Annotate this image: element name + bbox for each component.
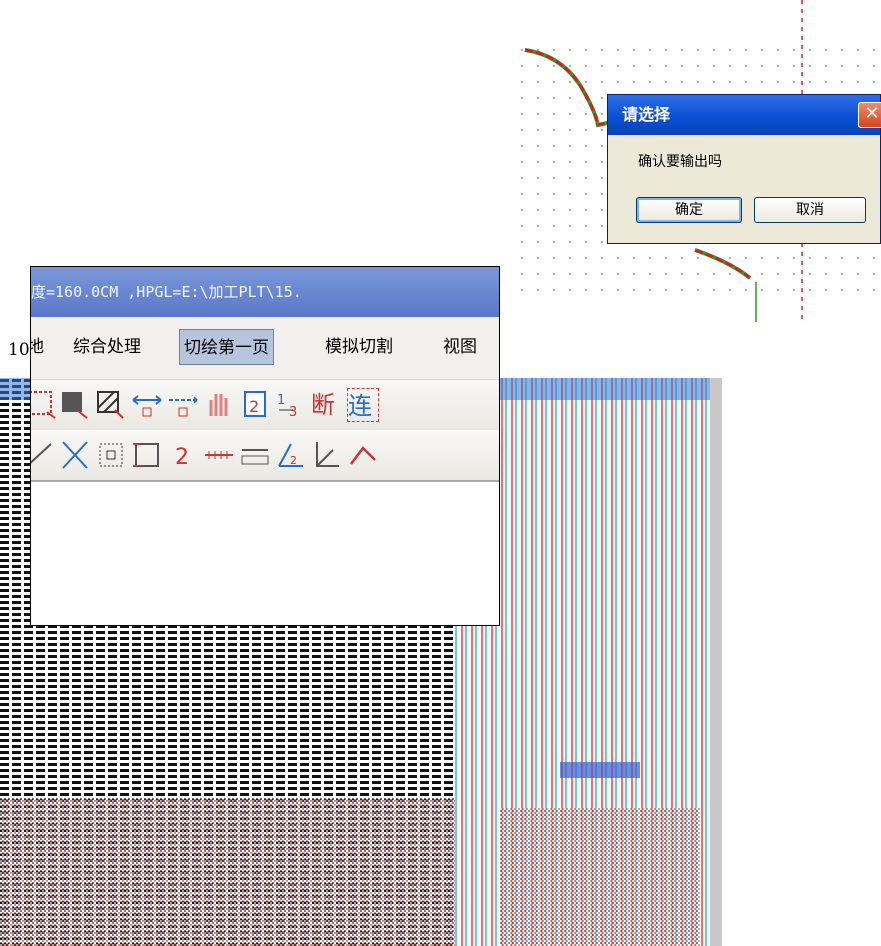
svg-text:3: 3: [289, 405, 297, 420]
connect-icon[interactable]: 连: [347, 388, 379, 422]
dimension-icon[interactable]: [203, 438, 235, 472]
close-icon[interactable]: ✕: [858, 102, 881, 128]
toolbar-row-2: 2 2: [31, 430, 499, 482]
svg-text:2: 2: [290, 454, 297, 467]
angle-2-icon[interactable]: 2: [275, 438, 307, 472]
confirm-dialog: 请选择 ✕ 确认要输出吗 确定 取消: [607, 94, 881, 244]
break-icon[interactable]: 断: [311, 388, 343, 422]
svg-text:2: 2: [175, 445, 189, 470]
arrow-right-icon[interactable]: [167, 388, 199, 422]
left-label: 10: [8, 340, 30, 360]
svg-text:2: 2: [249, 397, 259, 416]
window-title: 度=160.0CM ,HPGL=E:\加工PLT\15.: [31, 267, 499, 317]
toolbar-row-1: 2 13 断 连: [31, 380, 499, 430]
cross-icon[interactable]: [59, 438, 91, 472]
dialog-message: 确认要输出吗: [638, 154, 722, 170]
arrow-both-icon[interactable]: [131, 388, 163, 422]
number-2-icon[interactable]: 2: [167, 438, 199, 472]
fill-rect-icon[interactable]: [59, 388, 91, 422]
hand-icon[interactable]: [203, 388, 235, 422]
number-order-icon[interactable]: 13: [275, 388, 307, 422]
angle-icon[interactable]: [311, 438, 343, 472]
caret-icon[interactable]: [347, 438, 379, 472]
diagonal-line-icon[interactable]: [30, 438, 55, 472]
menu-item-partial[interactable]: 地: [31, 329, 44, 365]
svg-text:1: 1: [277, 393, 285, 408]
menu-item-processing[interactable]: 综合处理: [73, 329, 141, 365]
page-2-icon[interactable]: 2: [239, 388, 271, 422]
cancel-button[interactable]: 取消: [754, 197, 866, 223]
menu-item-view[interactable]: 视图: [443, 329, 477, 365]
toolbar-window: 度=160.0CM ,HPGL=E:\加工PLT\15. 地 综合处理 切绘第一…: [30, 266, 500, 626]
select-rect-icon[interactable]: [30, 388, 57, 422]
menu-item-simulate-cut[interactable]: 模拟切割: [325, 329, 393, 365]
ruler-icon[interactable]: [239, 438, 271, 472]
dialog-titlebar[interactable]: 请选择 ✕: [608, 95, 881, 135]
menu-item-cut-first-page[interactable]: 切绘第一页: [179, 329, 274, 365]
ok-button[interactable]: 确定: [636, 197, 742, 223]
bounding-box-icon[interactable]: [131, 438, 163, 472]
grid-target-icon[interactable]: [95, 438, 127, 472]
menu-bar: 地 综合处理 切绘第一页 模拟切割 视图: [31, 317, 499, 380]
hatch-rect-icon[interactable]: [95, 388, 127, 422]
dialog-title: 请选择: [622, 105, 671, 124]
